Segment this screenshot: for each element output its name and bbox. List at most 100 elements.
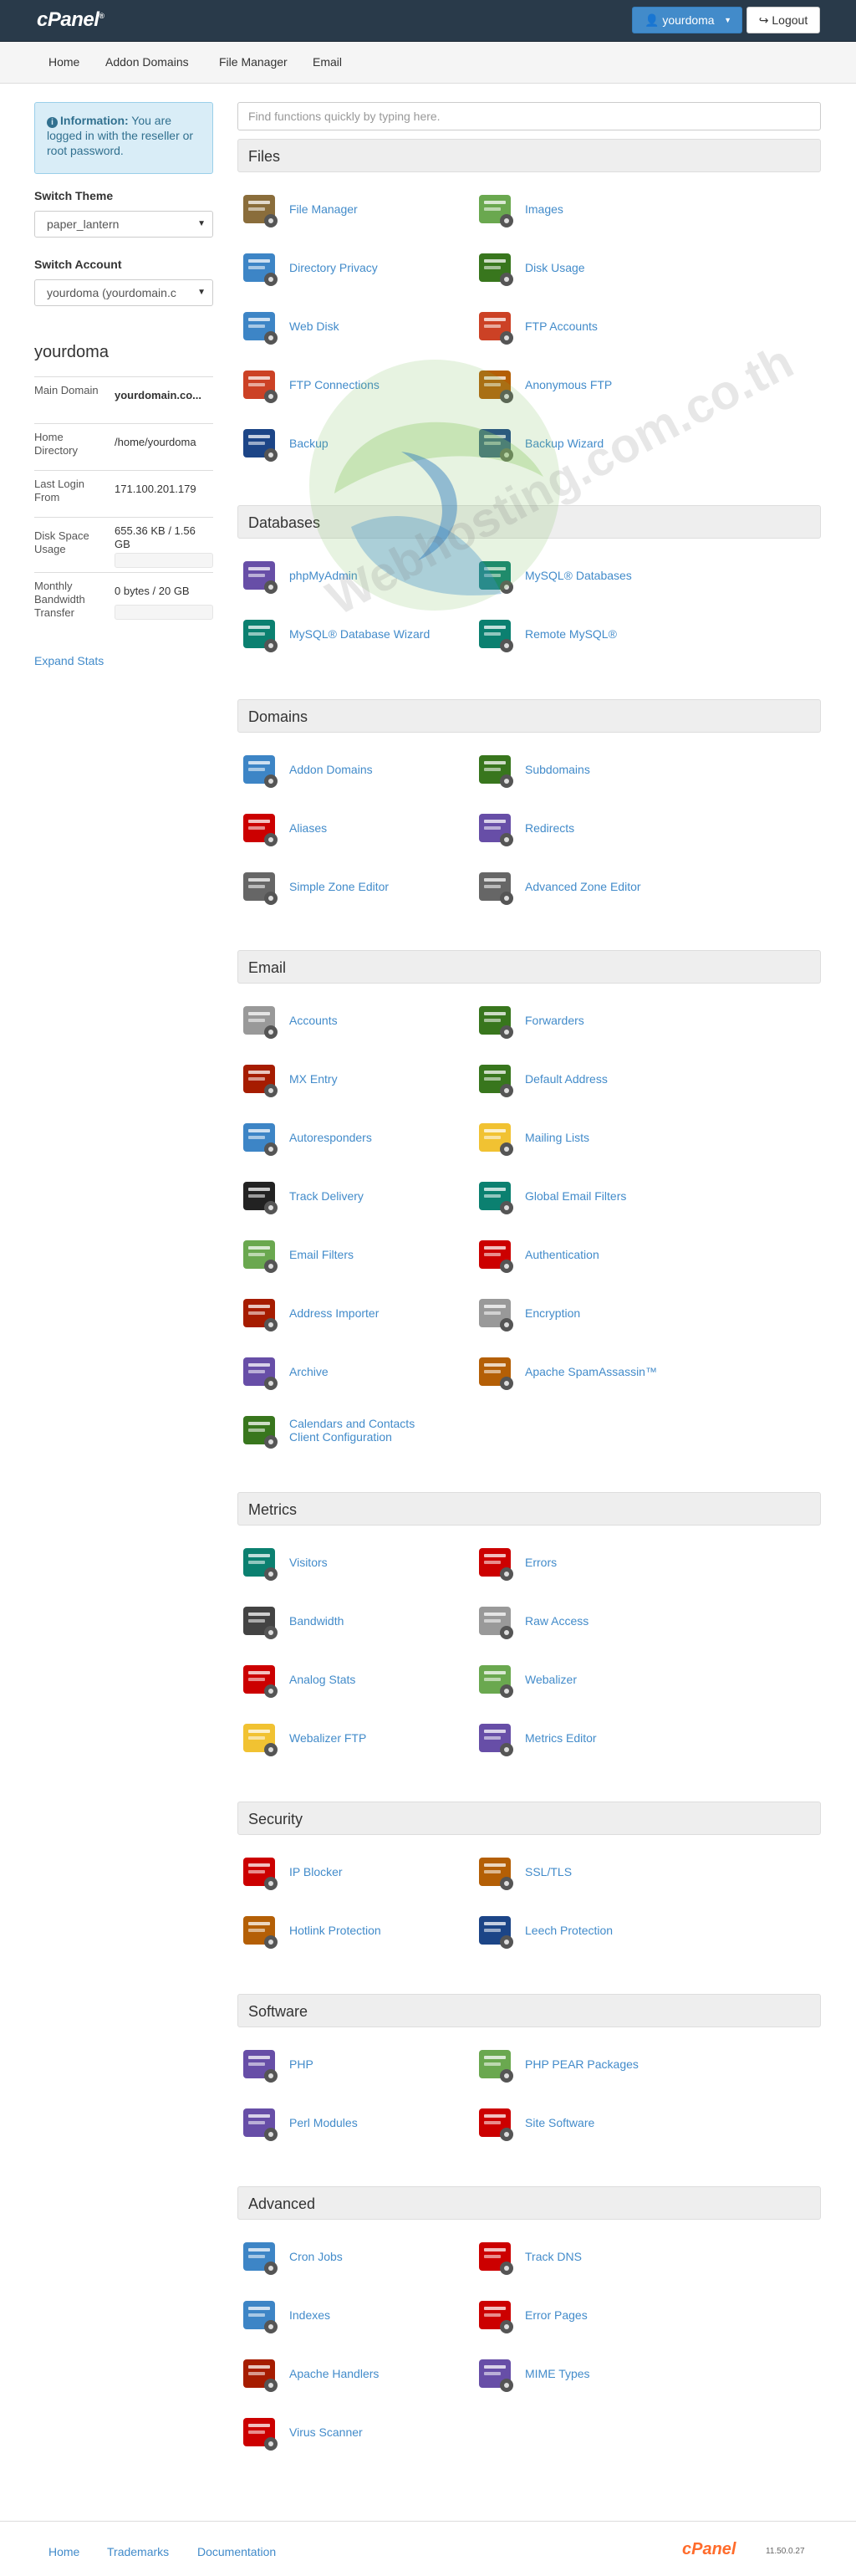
- group-header[interactable]: Domains: [237, 699, 821, 733]
- function-item-virus-scanner[interactable]: Virus Scanner: [237, 2409, 463, 2456]
- function-item-address-importer[interactable]: Address Importer: [237, 1290, 463, 1337]
- function-item-redirects[interactable]: Redirects: [473, 805, 699, 851]
- user-menu-button[interactable]: 👤 yourdoma ▼: [632, 7, 742, 33]
- function-item-leech-protection[interactable]: Leech Protection: [473, 1907, 699, 1954]
- function-item-encryption[interactable]: Encryption: [473, 1290, 699, 1337]
- function-item-autoresponders[interactable]: Autoresponders: [237, 1114, 463, 1161]
- function-item-mailing-lists[interactable]: Mailing Lists: [473, 1114, 699, 1161]
- function-item-authentication[interactable]: Authentication: [473, 1231, 699, 1278]
- function-item-visitors[interactable]: Visitors: [237, 1539, 463, 1586]
- group-header[interactable]: Databases: [237, 505, 821, 539]
- function-item-site-software[interactable]: Site Software: [473, 2099, 699, 2146]
- function-item-mysql-database-wizard[interactable]: MySQL® Database Wizard: [237, 611, 463, 657]
- logout-button[interactable]: ↪ Logout: [746, 7, 820, 33]
- function-label: MySQL® Databases: [525, 569, 632, 582]
- cpanel-logo[interactable]: cPanel®: [37, 8, 104, 32]
- function-label-line: Mailing Lists: [525, 1131, 590, 1144]
- function-label: Authentication: [525, 1248, 599, 1261]
- nav-email[interactable]: Email: [313, 55, 342, 69]
- expand-stats-link[interactable]: Expand Stats: [34, 654, 104, 667]
- function-item-mysql-databases[interactable]: MySQL® Databases: [473, 552, 699, 599]
- function-label: Virus Scanner: [289, 2425, 363, 2439]
- function-item-webalizer[interactable]: Webalizer: [473, 1656, 699, 1703]
- function-item-error-pages[interactable]: Error Pages: [473, 2292, 699, 2338]
- function-label: Hotlink Protection: [289, 1924, 381, 1937]
- function-item-apache-handlers[interactable]: Apache Handlers: [237, 2350, 463, 2397]
- function-item-ftp-accounts[interactable]: FTP Accounts: [473, 303, 699, 350]
- function-label-line: Cron Jobs: [289, 2250, 343, 2263]
- group-header[interactable]: Email: [237, 950, 821, 984]
- function-item-email-accounts[interactable]: Accounts: [237, 997, 463, 1044]
- function-item-forwarders[interactable]: Forwarders: [473, 997, 699, 1044]
- function-item-perl-modules[interactable]: Perl Modules: [237, 2099, 463, 2146]
- function-item-addon-domains[interactable]: Addon Domains: [237, 746, 463, 793]
- function-item-file-manager[interactable]: File Manager: [237, 186, 463, 233]
- spamassassin-icon: [476, 1353, 515, 1392]
- function-item-backup[interactable]: Backup: [237, 420, 463, 467]
- function-item-hotlink-protection[interactable]: Hotlink Protection: [237, 1907, 463, 1954]
- function-label-line: Metrics Editor: [525, 1731, 597, 1745]
- function-item-mime-types[interactable]: MIME Types: [473, 2350, 699, 2397]
- function-item-track-dns[interactable]: Track DNS: [473, 2233, 699, 2280]
- nav-home[interactable]: Home: [48, 55, 79, 69]
- function-item-errors[interactable]: Errors: [473, 1539, 699, 1586]
- footer-trademarks-link[interactable]: Trademarks: [107, 2545, 169, 2558]
- function-item-php[interactable]: PHP: [237, 2041, 463, 2088]
- nav-file-manager[interactable]: File Manager: [219, 55, 288, 69]
- function-item-images[interactable]: Images: [473, 186, 699, 233]
- function-item-disk-usage[interactable]: Disk Usage: [473, 244, 699, 291]
- group-header[interactable]: Advanced: [237, 2186, 821, 2220]
- file-manager-icon: [241, 191, 279, 229]
- function-item-ssl-tls[interactable]: SSL/TLS: [473, 1848, 699, 1895]
- search-input[interactable]: Find functions quickly by typing here.: [237, 102, 821, 130]
- function-item-cron-jobs[interactable]: Cron Jobs: [237, 2233, 463, 2280]
- stat-key: Main Domain: [34, 384, 99, 396]
- function-item-simple-zone-editor[interactable]: Simple Zone Editor: [237, 863, 463, 910]
- function-item-anonymous-ftp[interactable]: Anonymous FTP: [473, 361, 699, 408]
- authentication-icon: [476, 1236, 515, 1275]
- error-pages-icon: [476, 2297, 515, 2335]
- function-label-line: Redirects: [525, 821, 575, 835]
- function-label: Metrics Editor: [525, 1731, 597, 1745]
- switch-account-label: Switch Account: [34, 258, 122, 271]
- footer-home-link[interactable]: Home: [48, 2545, 79, 2558]
- function-item-metrics-editor[interactable]: Metrics Editor: [473, 1715, 699, 1761]
- group-header[interactable]: Security: [237, 1802, 821, 1835]
- function-item-subdomains[interactable]: Subdomains: [473, 746, 699, 793]
- function-item-calendars-contacts[interactable]: Calendars and Contacts Client Configurati…: [237, 1407, 463, 1454]
- function-item-directory-privacy[interactable]: Directory Privacy: [237, 244, 463, 291]
- function-item-ip-blocker[interactable]: IP Blocker: [237, 1848, 463, 1895]
- group-header[interactable]: Software: [237, 1994, 821, 2027]
- function-item-indexes[interactable]: Indexes: [237, 2292, 463, 2338]
- function-item-advanced-zone-editor[interactable]: Advanced Zone Editor: [473, 863, 699, 910]
- bandwidth-icon: [241, 1602, 279, 1641]
- function-item-remote-mysql[interactable]: Remote MySQL®: [473, 611, 699, 657]
- function-item-spamassassin[interactable]: Apache SpamAssassin™: [473, 1348, 699, 1395]
- function-item-mx-entry[interactable]: MX Entry: [237, 1055, 463, 1102]
- function-item-backup-wizard[interactable]: Backup Wizard: [473, 420, 699, 467]
- function-item-analog-stats[interactable]: Analog Stats: [237, 1656, 463, 1703]
- function-item-track-delivery[interactable]: Track Delivery: [237, 1173, 463, 1219]
- function-item-webalizer-ftp[interactable]: Webalizer FTP: [237, 1715, 463, 1761]
- group-header[interactable]: Files: [237, 139, 821, 172]
- group-header[interactable]: Metrics: [237, 1492, 821, 1526]
- function-item-raw-access[interactable]: Raw Access: [473, 1597, 699, 1644]
- function-item-global-email-filters[interactable]: Global Email Filters: [473, 1173, 699, 1219]
- function-item-email-filters[interactable]: Email Filters: [237, 1231, 463, 1278]
- function-item-archive[interactable]: Archive: [237, 1348, 463, 1395]
- footer-documentation-link[interactable]: Documentation: [197, 2545, 276, 2558]
- function-item-bandwidth[interactable]: Bandwidth: [237, 1597, 463, 1644]
- function-item-web-disk[interactable]: Web Disk: [237, 303, 463, 350]
- function-item-default-address[interactable]: Default Address: [473, 1055, 699, 1102]
- ip-blocker-icon: [241, 1853, 279, 1892]
- switch-theme-value: paper_lantern: [47, 217, 120, 231]
- switch-theme-select[interactable]: paper_lantern ▼: [34, 211, 213, 238]
- function-item-aliases[interactable]: Aliases: [237, 805, 463, 851]
- function-item-php-pear[interactable]: PHP PEAR Packages: [473, 2041, 699, 2088]
- switch-account-select[interactable]: yourdoma (yourdomain.c ▼: [34, 279, 213, 306]
- nav-addon-domains[interactable]: Addon Domains: [105, 55, 189, 69]
- function-item-ftp-connections[interactable]: FTP Connections: [237, 361, 463, 408]
- function-label: Webalizer FTP: [289, 1731, 366, 1745]
- function-item-phpmyadmin[interactable]: phpMyAdmin: [237, 552, 463, 599]
- function-label-line: Apache SpamAssassin™: [525, 1365, 657, 1378]
